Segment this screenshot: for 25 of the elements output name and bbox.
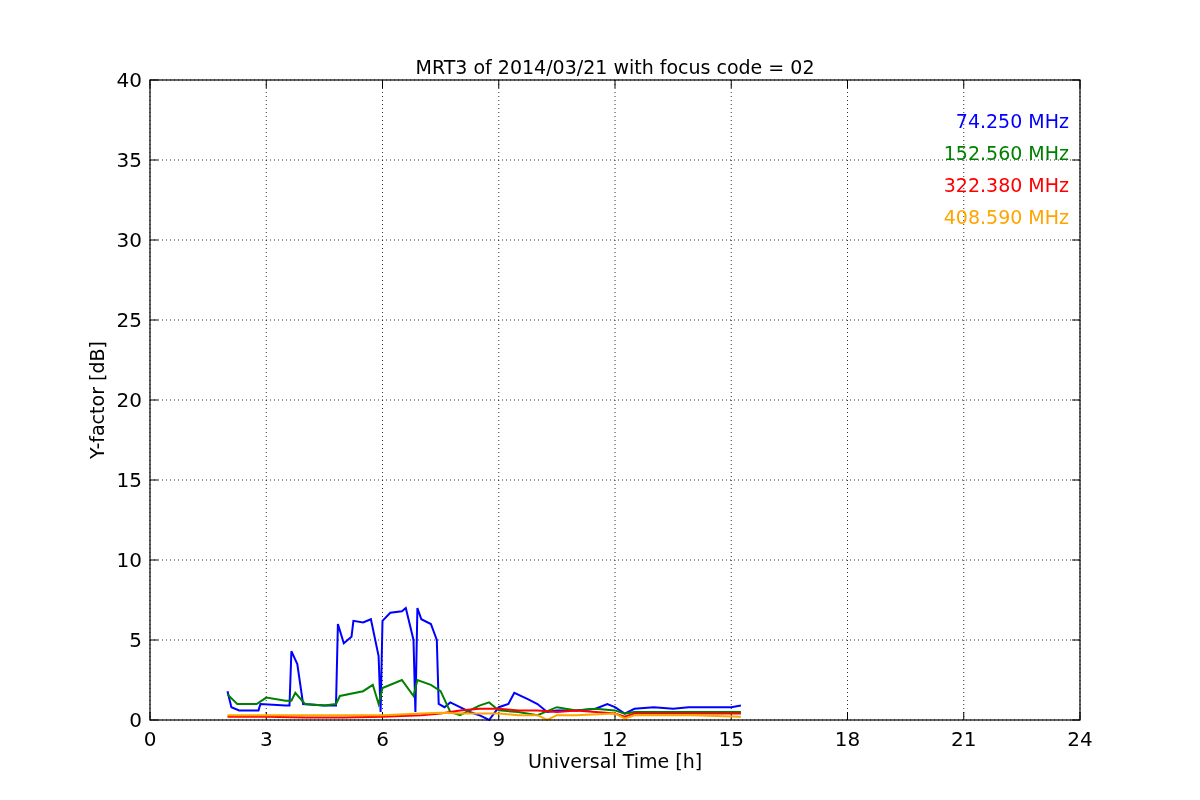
tick-label: 15 (718, 727, 744, 751)
legend-label: 74.250 MHz (955, 110, 1069, 132)
tick-label: 15 (116, 468, 142, 492)
axis-label: Universal Time [h] (527, 750, 703, 772)
legend-label: 322.380 MHz (943, 174, 1069, 196)
tick-label: 0 (143, 727, 157, 751)
legend-label: 152.560 MHz (943, 142, 1069, 164)
axis-label: Y-factor [dB] (86, 341, 108, 459)
tick-label: 40 (116, 68, 142, 92)
tick-label: 20 (116, 388, 142, 412)
tick-label: 9 (492, 727, 506, 751)
tick-label: 12 (602, 727, 628, 751)
tick-label: 0 (129, 708, 142, 732)
tick-label: 35 (116, 148, 142, 172)
legend-label: 408.590 MHz (943, 206, 1069, 228)
tick-label: 10 (116, 548, 142, 572)
tick-label: 25 (116, 308, 142, 332)
tick-label: 3 (259, 727, 273, 751)
tick-label: 18 (834, 727, 861, 751)
tick-label: 21 (951, 727, 977, 751)
tick-label: 24 (1067, 727, 1093, 751)
chart-title: MRT3 of 2014/03/21 with focus code = 02 (415, 56, 815, 78)
tick-label: 30 (116, 228, 142, 252)
tick-label: 6 (376, 727, 389, 751)
tick-label: 5 (129, 628, 142, 652)
